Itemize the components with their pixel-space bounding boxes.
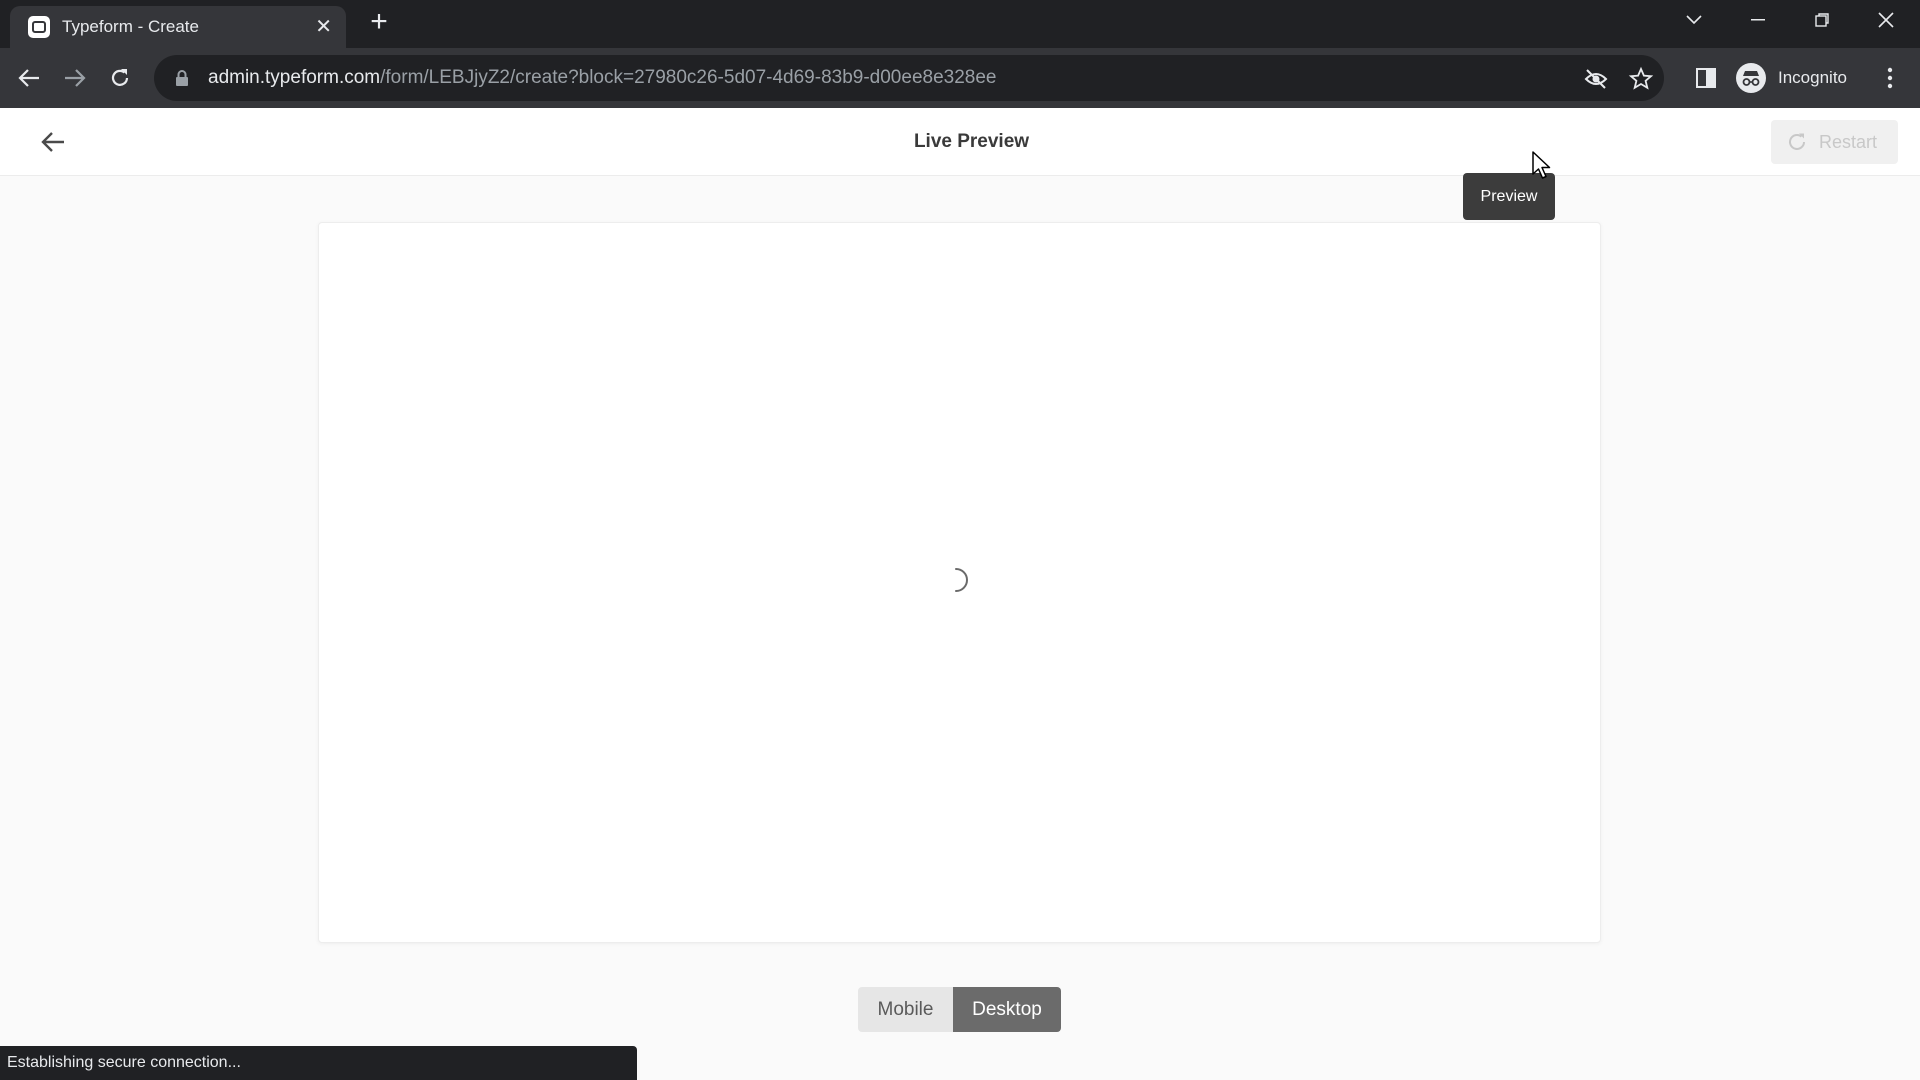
loading-spinner-icon	[955, 568, 969, 592]
side-panel-icon[interactable]	[1688, 60, 1724, 96]
bookmark-star-icon[interactable]	[1628, 66, 1654, 92]
browser-tab[interactable]: Typeform - Create ✕	[10, 6, 346, 48]
device-toggle: Mobile Desktop	[858, 987, 1061, 1032]
browser-tab-strip: Typeform - Create ✕ +	[0, 0, 1920, 48]
restart-icon	[1789, 133, 1805, 150]
back-arrow-icon[interactable]	[38, 128, 68, 156]
desktop-toggle-button[interactable]: Desktop	[953, 987, 1061, 1032]
browser-status-bar: Establishing secure connection...	[0, 1046, 637, 1080]
browser-menu-icon[interactable]	[1872, 60, 1908, 96]
restore-window-icon[interactable]	[1792, 0, 1852, 40]
tab-title: Typeform - Create	[62, 17, 199, 36]
close-window-icon[interactable]	[1856, 0, 1916, 40]
profile-label: Incognito	[1778, 68, 1847, 87]
lock-icon[interactable]	[172, 68, 192, 88]
url-path: /form/LEBJjyZ2/create?block=27980c26-5d0…	[380, 67, 997, 88]
tab-close-icon[interactable]: ✕	[315, 17, 332, 37]
tracking-protection-eye-off-icon[interactable]	[1583, 66, 1609, 92]
forward-icon[interactable]	[56, 59, 94, 97]
new-tab-icon[interactable]: +	[364, 7, 394, 38]
minimize-icon[interactable]	[1728, 0, 1788, 40]
incognito-icon	[1736, 63, 1766, 93]
restart-button[interactable]: Restart	[1771, 120, 1898, 164]
mouse-cursor-icon	[1532, 151, 1551, 179]
url-host: admin.typeform.com	[208, 67, 381, 88]
browser-toolbar: admin.typeform.com/form/LEBJjyZ2/create?…	[0, 48, 1920, 108]
live-preview-header: Live Preview Restart	[0, 108, 1920, 176]
tab-search-icon[interactable]	[1664, 0, 1724, 40]
typeform-favicon-icon	[28, 16, 50, 38]
page-title: Live Preview	[913, 131, 1030, 152]
preview-frame	[318, 222, 1601, 943]
reload-icon[interactable]	[101, 59, 139, 97]
restart-label: Restart	[1819, 131, 1878, 152]
mobile-toggle-button[interactable]: Mobile	[858, 987, 953, 1032]
incognito-profile-button[interactable]: Incognito	[1736, 59, 1857, 97]
address-bar[interactable]: admin.typeform.com/form/LEBJjyZ2/create?…	[154, 55, 1664, 101]
back-icon[interactable]	[10, 59, 48, 97]
